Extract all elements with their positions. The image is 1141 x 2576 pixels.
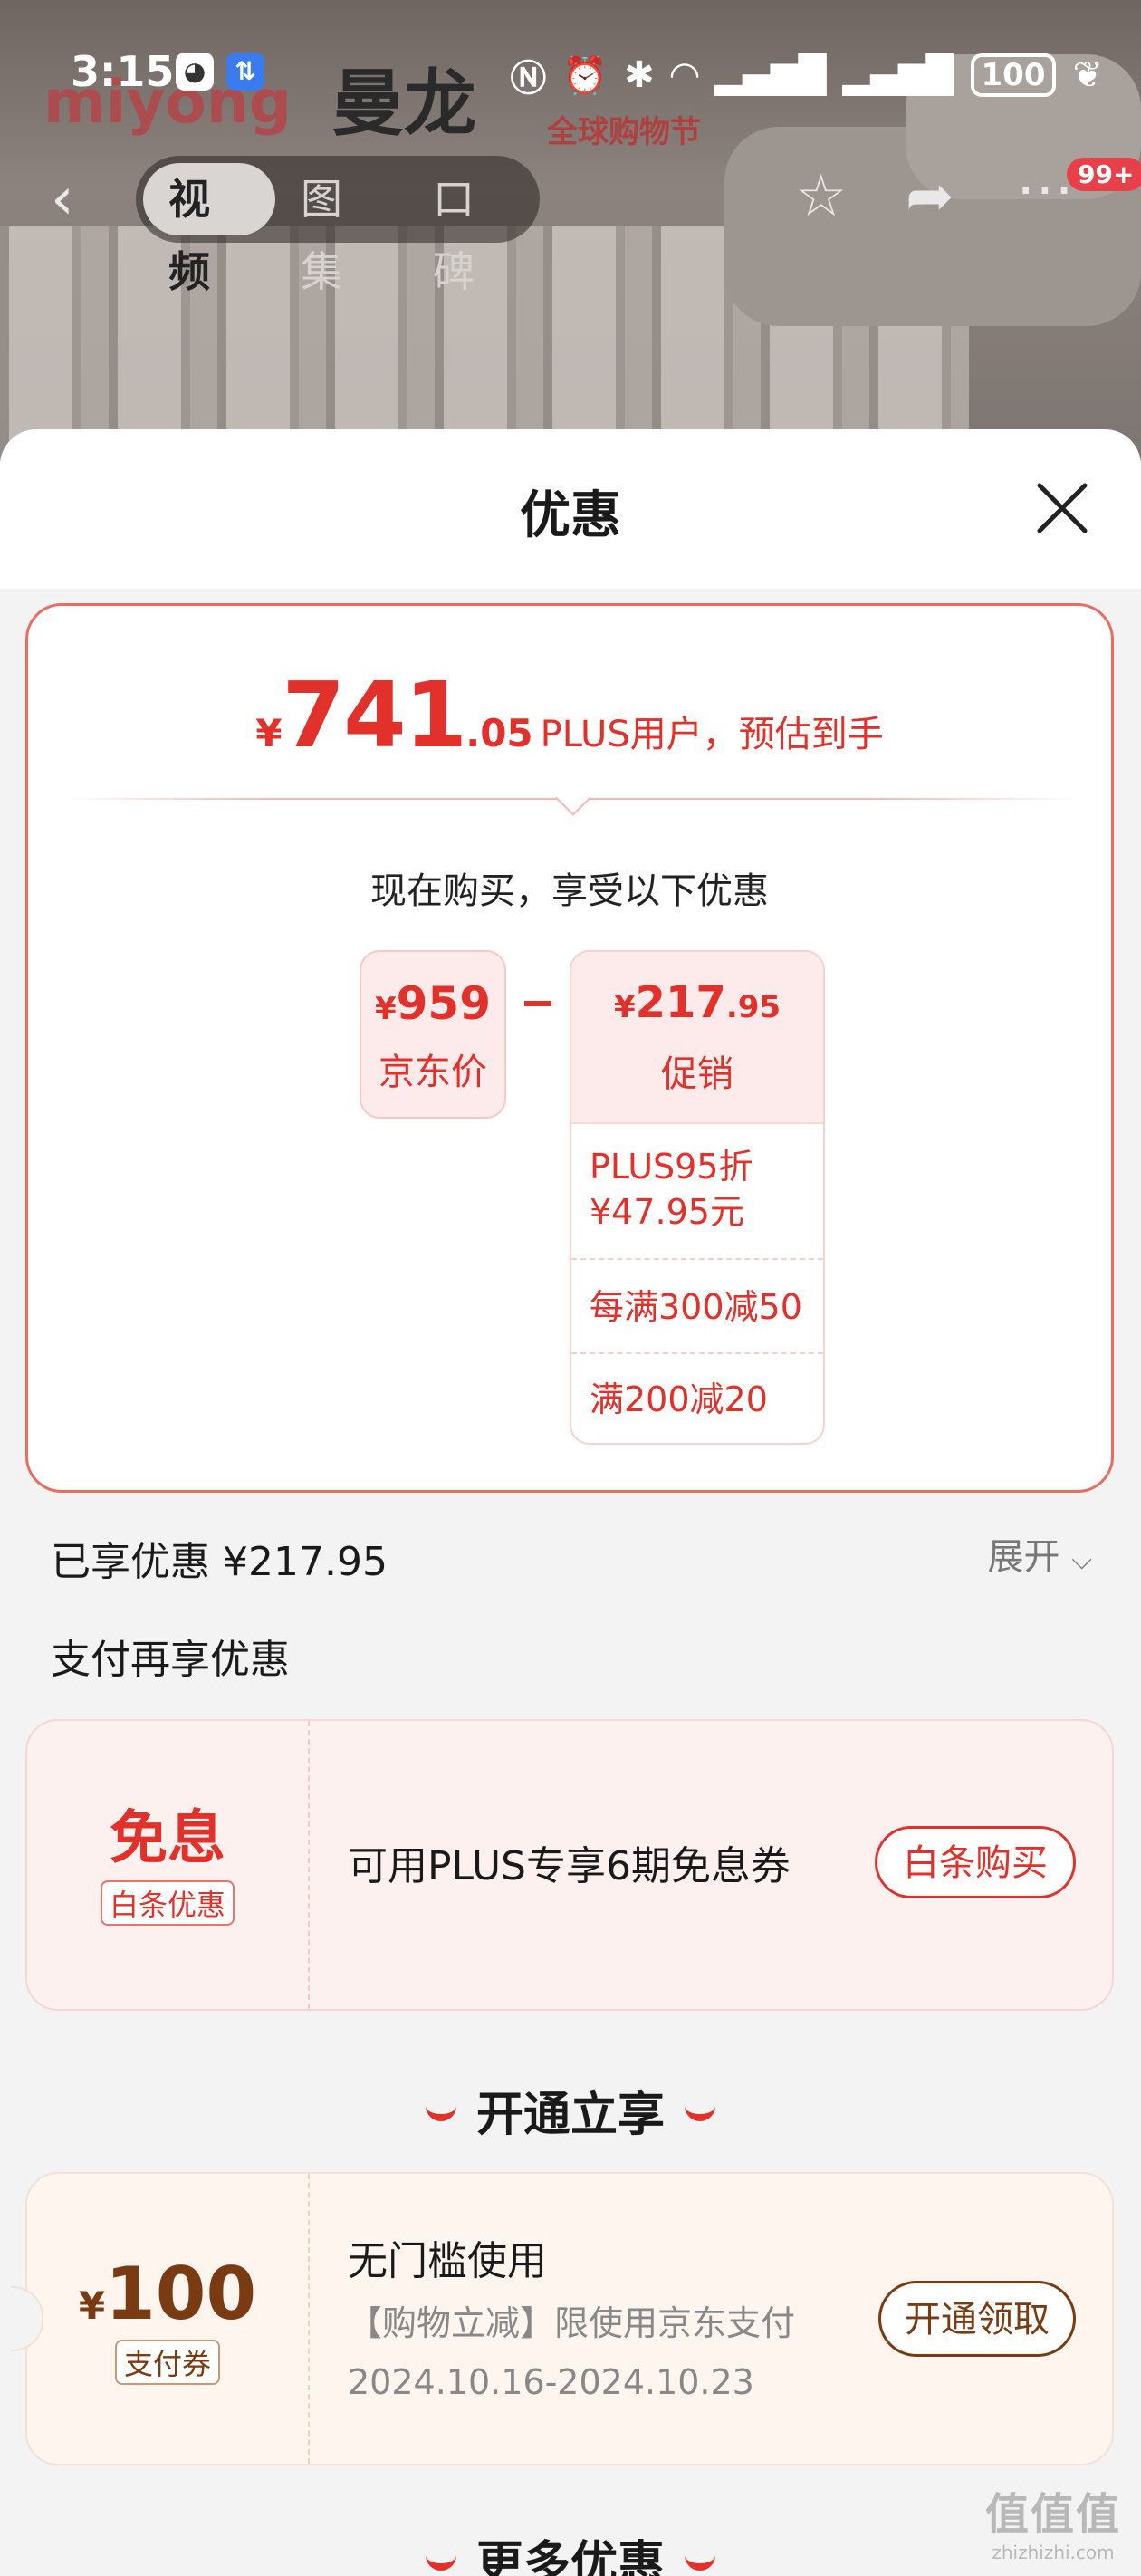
signal-icon: ▂▄▆█	[842, 54, 954, 96]
tab-video[interactable]: 视频	[143, 163, 275, 296]
divider-notch	[555, 780, 591, 816]
status-time: 3:15	[71, 47, 175, 96]
promo-item-200-20: 满200减20	[590, 1379, 768, 1419]
currency-symbol: ¥	[255, 711, 283, 755]
open-section-title: 开通立享	[0, 2076, 1141, 2144]
wifi-icon: ◠	[670, 54, 699, 96]
coupon-amount: ¥100	[78, 2252, 257, 2336]
smile-icon	[685, 2100, 715, 2121]
app-notification-icon: ⇅	[226, 53, 264, 91]
baitiao-tag: 白条优惠	[100, 1880, 235, 1926]
sheet-header: 优惠	[0, 429, 1141, 589]
bluetooth-icon: ✱	[624, 54, 655, 96]
message-badge: 99+	[1067, 158, 1141, 191]
breakdown-subtitle: 现在购买，享受以下优惠	[370, 870, 769, 912]
baitiao-buy-button[interactable]: 白条购买	[875, 1826, 1076, 1898]
expand-toggle[interactable]: 展开 ⌵	[988, 1527, 1092, 1580]
signal-icon: ▂▄▆█	[714, 54, 827, 96]
share-icon[interactable]: ➦	[906, 163, 954, 230]
festival-logo-text: 全球购物节	[547, 114, 701, 150]
jd-price-box: ¥959 京东价	[360, 950, 506, 1119]
smile-icon	[425, 2549, 456, 2571]
open-claim-button[interactable]: 开通领取	[878, 2281, 1076, 2357]
pay-more-title: 支付再享优惠	[51, 1637, 290, 1683]
final-price-decimal: .05	[465, 711, 533, 755]
minus-sign	[524, 1001, 551, 1006]
coupon-date: 2024.10.16-2024.10.23	[348, 2362, 754, 2402]
baitiao-left: 免息 白条优惠	[27, 1721, 310, 2009]
interest-free-label: 免息	[110, 1805, 225, 1872]
discount-sheet: 优惠 ¥741.05 PLUS用户，预估到手 现在购买，享受以下优惠 ¥959 京…	[0, 429, 1141, 2576]
enjoyed-discount: 已享优惠 ¥217.95	[51, 1539, 388, 1585]
price-breakdown-card: ¥741.05 PLUS用户，预估到手 现在购买，享受以下优惠 ¥959 京东价 …	[25, 603, 1114, 1493]
coupon-description: 【购物立减】限使用京东支付	[348, 2303, 796, 2343]
close-icon[interactable]	[1032, 478, 1092, 538]
promo-head: ¥217.95 促销	[571, 952, 823, 1124]
coupon-tag: 支付券	[114, 2340, 220, 2385]
coupon-left: ¥100 支付券	[27, 2174, 310, 2464]
chevron-down-icon: ⌵	[1071, 1544, 1092, 1576]
baitiao-card: 免息 白条优惠 可用PLUS专享6期免息券 白条购买	[25, 1719, 1114, 2011]
jd-price: ¥959	[374, 977, 492, 1030]
promo-item-plus: PLUS95折 ¥47.95元	[571, 1124, 823, 1260]
final-price-integer: 741	[282, 662, 467, 768]
battery-icon: 100	[970, 53, 1057, 97]
watermark-logo: 值值值	[984, 2489, 1121, 2540]
tab-gallery[interactable]: 图集	[275, 163, 408, 296]
leaf-icon: ❦	[1072, 54, 1103, 96]
media-tabs: 视频 图集 口碑	[136, 156, 540, 296]
nfc-icon: Ⓝ	[510, 58, 547, 100]
promo-label: 促销	[661, 1053, 734, 1095]
coupon-card: ¥100 支付券 无门槛使用 【购物立减】限使用京东支付 2024.10.16-…	[11, 2172, 1114, 2465]
more-section-title: 更多优惠	[0, 2525, 1141, 2576]
promo-item-300-50: 每满300减50	[571, 1260, 823, 1354]
promo-amount: ¥217.95	[613, 977, 781, 1028]
smile-icon	[685, 2549, 715, 2571]
watermark: 值值值 zhizhizhi.com	[985, 2478, 1121, 2563]
coupon-title: 无门槛使用	[348, 2238, 547, 2284]
more-icon[interactable]: ⋯	[1016, 156, 1074, 223]
qq-icon: ◕	[176, 53, 214, 91]
baitiao-offer-text: 可用PLUS专享6期免息券	[348, 1843, 791, 1889]
final-price: ¥741.05 PLUS用户，预估到手	[28, 662, 1111, 768]
status-icons: Ⓝ ⏰ ✱ ◠ ▂▄▆█ ▂▄▆█ 100 ❦	[510, 49, 1103, 101]
final-price-note: PLUS用户，预估到手	[540, 714, 884, 755]
smile-icon	[425, 2100, 456, 2121]
promo-box: ¥217.95 促销 PLUS95折 ¥47.95元 每满300减50 满200…	[570, 950, 825, 1445]
tab-reviews[interactable]: 口碑	[408, 163, 540, 296]
back-icon[interactable]: ‹	[51, 170, 74, 228]
watermark-url: zhizhizhi.com	[992, 2542, 1115, 2563]
alarm-icon: ⏰	[562, 54, 609, 97]
star-icon[interactable]: ☆	[795, 163, 847, 230]
status-bar: 3:15 ◕ ⇅ Ⓝ ⏰ ✱ ◠ ▂▄▆█ ▂▄▆█ 100 ❦	[0, 40, 1141, 103]
jd-price-label: 京东价	[379, 1052, 487, 1093]
sheet-title: 优惠	[520, 486, 621, 545]
